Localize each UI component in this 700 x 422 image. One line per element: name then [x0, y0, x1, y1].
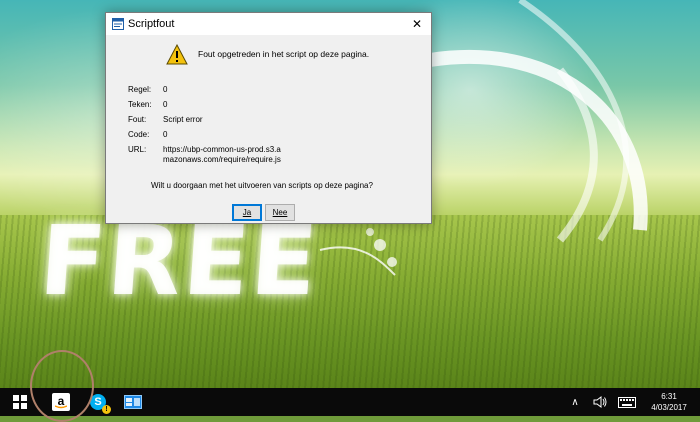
yes-button-label: Ja [242, 208, 252, 217]
amazon-smile-icon [55, 405, 67, 409]
error-details: Regel: 0 Teken: 0 Fout: Script error Cod… [128, 85, 283, 170]
dialog-body: Fout opgetreden in het script op deze pa… [106, 35, 431, 223]
app-icon [112, 18, 124, 30]
detail-row-fout: Fout: Script error [128, 115, 283, 125]
error-message: Fout opgetreden in het script op deze pa… [198, 49, 370, 59]
detail-row-regel: Regel: 0 [128, 85, 283, 95]
detail-row-teken: Teken: 0 [128, 100, 283, 110]
show-hidden-icons-button[interactable]: ∧ [566, 388, 584, 416]
taskbar-skype[interactable]: S ! [86, 388, 111, 416]
warning-icon [166, 44, 188, 65]
detail-value: 0 [163, 130, 168, 139]
clock-time: 6:31 [661, 392, 677, 401]
detail-value-url: https://ubp-common-us-prod.s3.amazonaws.… [163, 145, 281, 164]
detail-key: Teken: [128, 100, 152, 109]
keyboard-icon [618, 396, 636, 408]
no-button[interactable]: Nee [265, 204, 295, 221]
yes-button[interactable]: Ja [232, 204, 262, 221]
detail-key: URL: [128, 145, 147, 154]
app-window-icon [124, 395, 142, 409]
detail-row-code: Code: 0 [128, 130, 283, 140]
skype-notification-badge: ! [102, 405, 111, 414]
close-button[interactable]: ✕ [403, 13, 431, 35]
detail-key: Fout: [128, 115, 147, 124]
start-button[interactable] [8, 388, 32, 416]
script-error-dialog: Scriptfout ✕ Fout opgetreden in het scri… [105, 12, 432, 224]
windows-start-icon [13, 395, 27, 409]
continue-question: Wilt u doorgaan met het uitvoeren van sc… [151, 181, 373, 190]
no-button-label: Nee [272, 208, 288, 217]
taskbar-app[interactable] [120, 388, 146, 416]
chevron-up-icon: ∧ [571, 396, 579, 408]
taskbar-amazon[interactable]: a [48, 388, 74, 416]
detail-row-url: URL: https://ubp-common-us-prod.s3.amazo… [128, 145, 283, 165]
dialog-titlebar[interactable]: Scriptfout ✕ [106, 13, 431, 35]
clock-date: 4/03/2017 [651, 403, 687, 412]
detail-value: 0 [163, 85, 168, 94]
detail-key: Code: [128, 130, 150, 139]
dialog-title: Scriptfout [128, 18, 175, 30]
taskbar-clock[interactable]: 6:31 4/03/2017 [644, 388, 694, 416]
skype-glyph: S [94, 396, 102, 408]
skype-icon: S ! [90, 394, 111, 414]
touch-keyboard-button[interactable] [616, 388, 638, 416]
detail-value: Script error [163, 115, 203, 124]
taskbar: a S ! ∧ 6:31 4/03/2017 [0, 388, 700, 416]
volume-icon [593, 396, 607, 408]
detail-value: 0 [163, 100, 168, 109]
detail-key: Regel: [128, 85, 152, 94]
amazon-icon: a [52, 393, 70, 411]
volume-button[interactable] [591, 388, 609, 416]
